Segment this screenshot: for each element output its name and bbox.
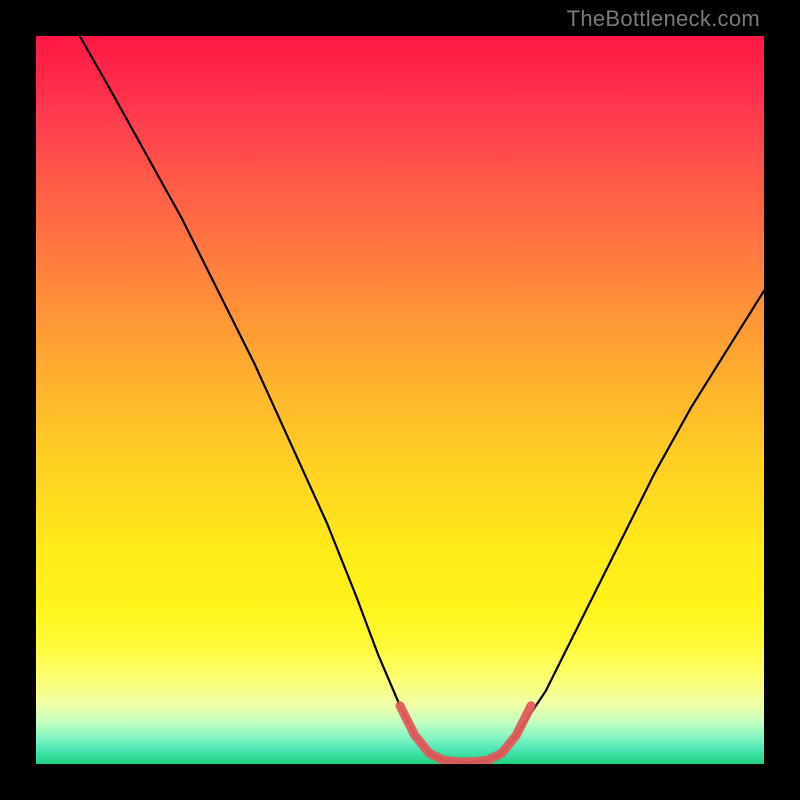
optimal-zone-highlight (400, 706, 531, 762)
outer-black-frame: TheBottleneck.com (0, 0, 800, 800)
watermark-text: TheBottleneck.com (567, 6, 760, 32)
chart-plot-area (36, 36, 764, 764)
chart-svg (36, 36, 764, 764)
bottleneck-curve (80, 36, 764, 762)
